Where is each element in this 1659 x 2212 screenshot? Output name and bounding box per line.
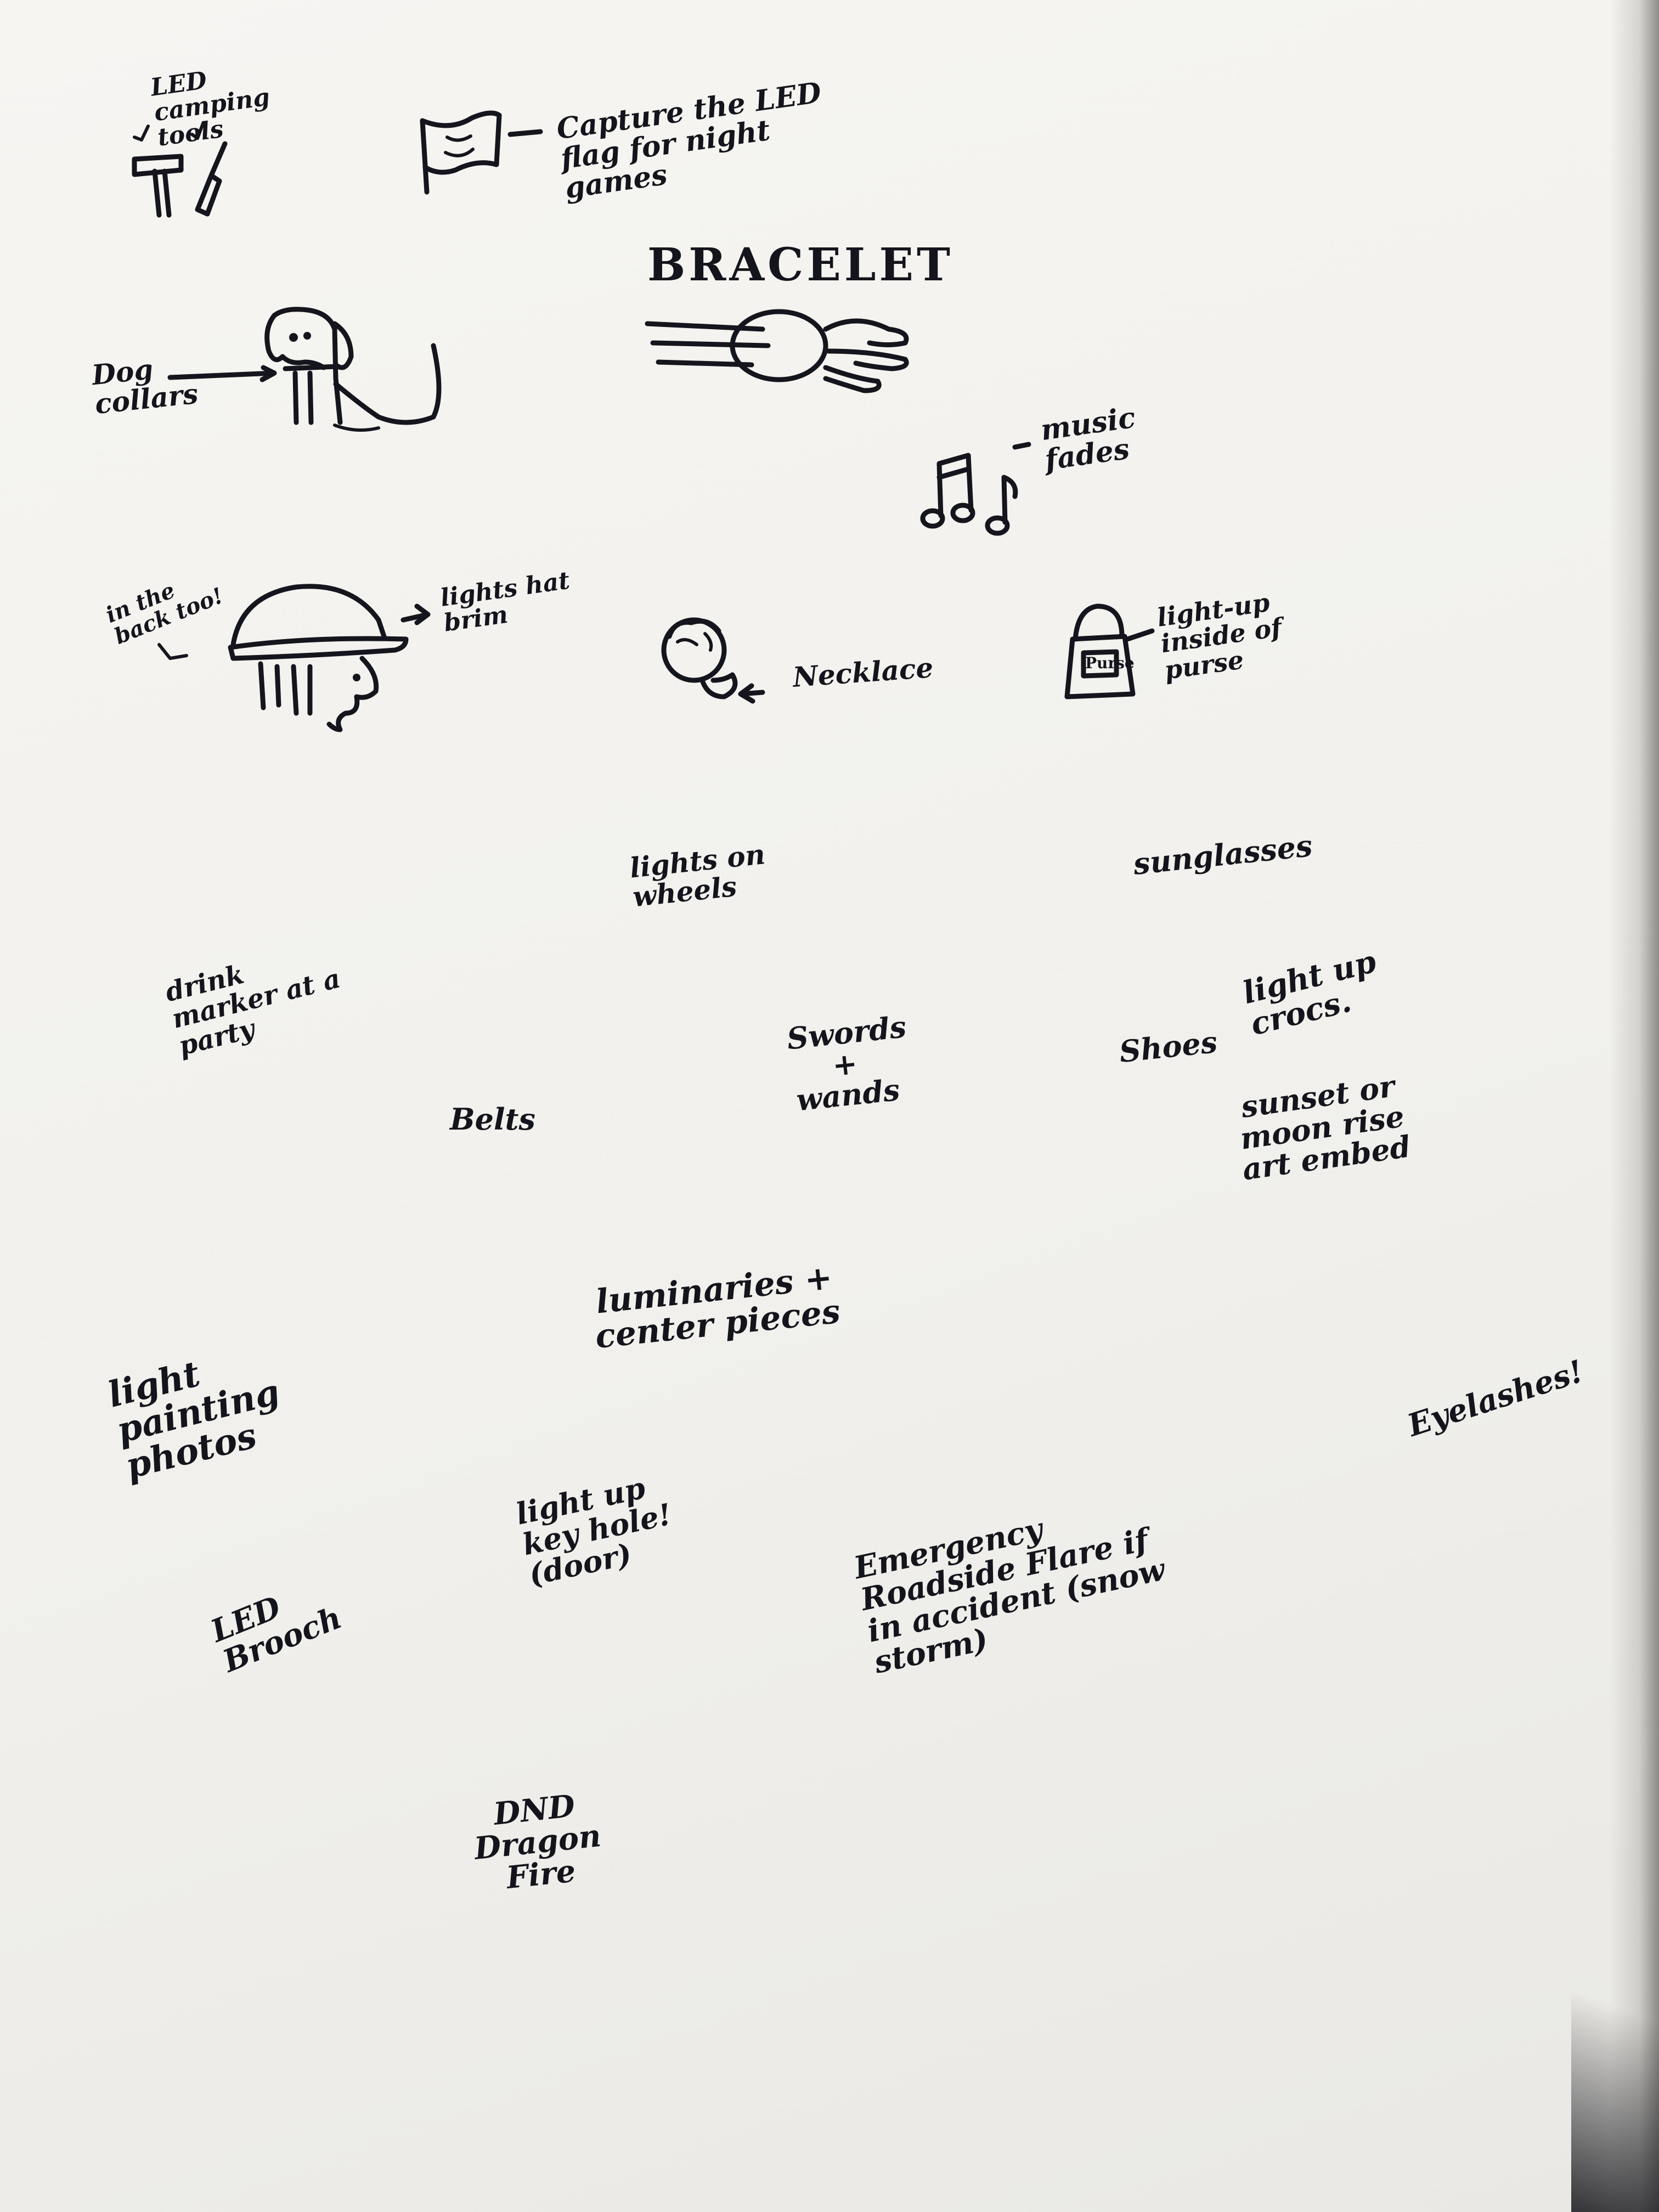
music-notes-icon <box>920 442 1031 536</box>
swords-wands-label: Swords + wands <box>785 1009 908 1118</box>
purse-tag: Purse <box>1085 654 1135 672</box>
dnd-dragon-label: DND Dragon Fire <box>472 1787 603 1896</box>
purse-icon <box>1064 603 1155 699</box>
dog-collars-label: Dog collars <box>90 352 200 420</box>
bracelet-label: BRACELET <box>647 239 954 291</box>
necklace-icon <box>661 617 765 704</box>
flag-icon <box>420 110 543 195</box>
dog-icon <box>167 307 442 432</box>
belts-label: Belts <box>450 1102 535 1137</box>
bracelet-hand-icon <box>645 309 909 393</box>
